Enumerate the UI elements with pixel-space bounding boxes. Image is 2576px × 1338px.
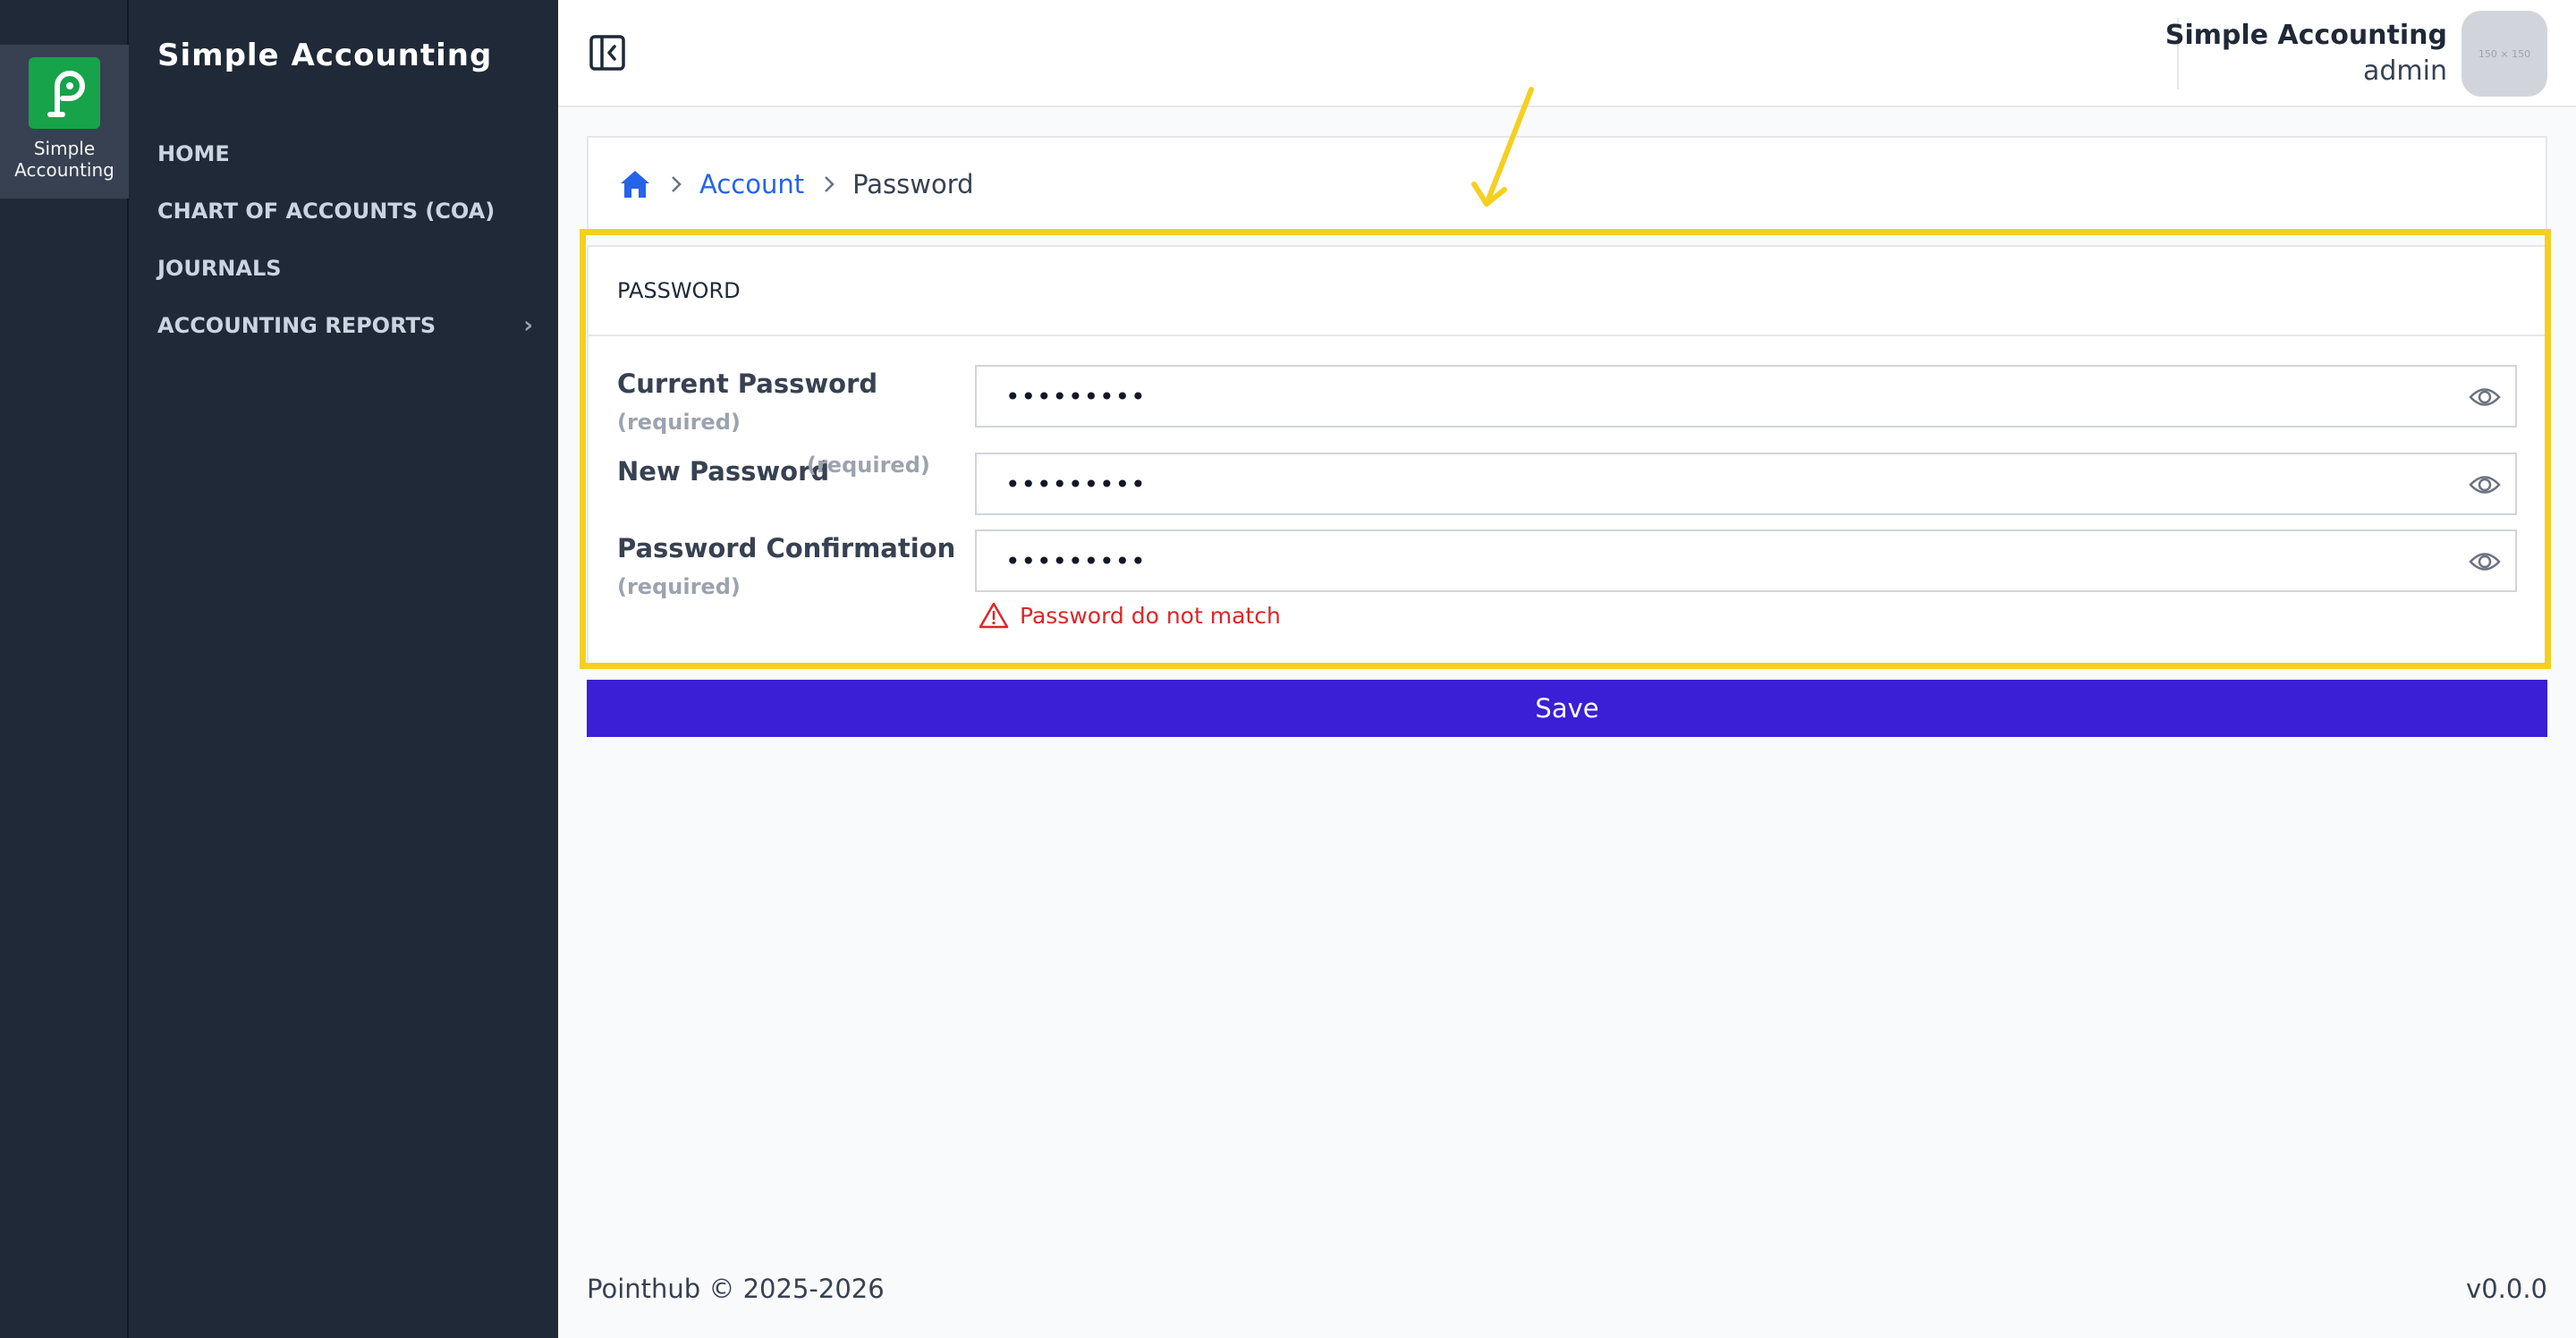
current-password-required: (required) — [617, 410, 741, 435]
breadcrumb-current-page: Password — [852, 169, 974, 199]
password-error-message: Password do not match — [979, 601, 1281, 630]
sidebar-title: Simple Accounting — [157, 38, 493, 73]
eye-icon[interactable] — [2469, 384, 2501, 411]
sidebar-nav: HOME CHART OF ACCOUNTS (COA) JOURNALS AC… — [157, 125, 533, 354]
new-password-input[interactable] — [977, 469, 2515, 499]
password-confirmation-required: (required) — [617, 574, 741, 599]
eye-icon[interactable] — [2469, 548, 2501, 575]
eye-icon[interactable] — [2469, 471, 2501, 498]
sidebar-item-accounting-reports[interactable]: ACCOUNTING REPORTS › — [157, 297, 533, 354]
password-confirmation-label: Password Confirmation — [617, 533, 956, 563]
sidebar-item-label: JOURNALS — [157, 256, 282, 281]
avatar-placeholder-text: 150 × 150 — [2478, 47, 2531, 60]
chevron-right-icon — [672, 176, 682, 192]
app-rail: Simple Accounting — [0, 0, 129, 1338]
breadcrumb-link-account[interactable]: Account — [699, 169, 804, 199]
top-header: Simple Accounting admin 150 × 150 — [558, 0, 2576, 107]
header-user-info[interactable]: Simple Accounting admin — [2165, 18, 2447, 89]
sidebar-item-journals[interactable]: JOURNALS — [157, 240, 533, 297]
save-button[interactable]: Save — [587, 680, 2547, 737]
breadcrumb: Account Password — [587, 136, 2547, 231]
password-confirmation-input[interactable] — [977, 546, 2515, 576]
pointhub-logo-icon — [29, 57, 100, 129]
chevron-right-icon: › — [523, 312, 533, 339]
sidebar-collapse-button[interactable] — [589, 34, 626, 72]
new-password-required: (required) — [807, 453, 930, 478]
error-text: Password do not match — [1020, 602, 1281, 629]
new-password-field[interactable] — [975, 453, 2517, 515]
sidebar-collapse-icon — [589, 35, 625, 71]
current-password-field[interactable] — [975, 365, 2517, 428]
rail-app-switcher[interactable]: Simple Accounting — [0, 45, 129, 199]
sidebar-item-label: HOME — [157, 141, 230, 166]
sidebar-item-chart-of-accounts[interactable]: CHART OF ACCOUNTS (COA) — [157, 182, 533, 240]
password-confirmation-field[interactable] — [975, 529, 2517, 592]
sidebar: Simple Accounting HOME CHART OF ACCOUNTS… — [129, 0, 558, 1338]
current-password-label: Current Password — [617, 368, 878, 399]
app-root: Simple Accounting Simple Accounting HOME… — [0, 0, 2576, 1338]
footer-version: v0.0.0 — [2466, 1274, 2547, 1304]
sidebar-item-label: CHART OF ACCOUNTS (COA) — [157, 199, 496, 224]
sidebar-item-label: ACCOUNTING REPORTS — [157, 313, 436, 338]
current-password-input[interactable] — [977, 381, 2515, 411]
chevron-right-icon — [825, 176, 835, 192]
rail-app-label: Simple Accounting — [14, 138, 114, 181]
new-password-label: New Password — [617, 456, 830, 487]
sidebar-item-home[interactable]: HOME — [157, 125, 533, 182]
footer-copyright: Pointhub © 2025-2026 — [587, 1274, 885, 1304]
avatar[interactable]: 150 × 150 — [2462, 11, 2547, 97]
form-card-title: PASSWORD — [589, 247, 2546, 336]
home-icon[interactable] — [619, 168, 651, 200]
header-user-role: admin — [2363, 55, 2447, 87]
header-app-name: Simple Accounting — [2165, 20, 2447, 51]
warning-icon — [979, 602, 1009, 629]
